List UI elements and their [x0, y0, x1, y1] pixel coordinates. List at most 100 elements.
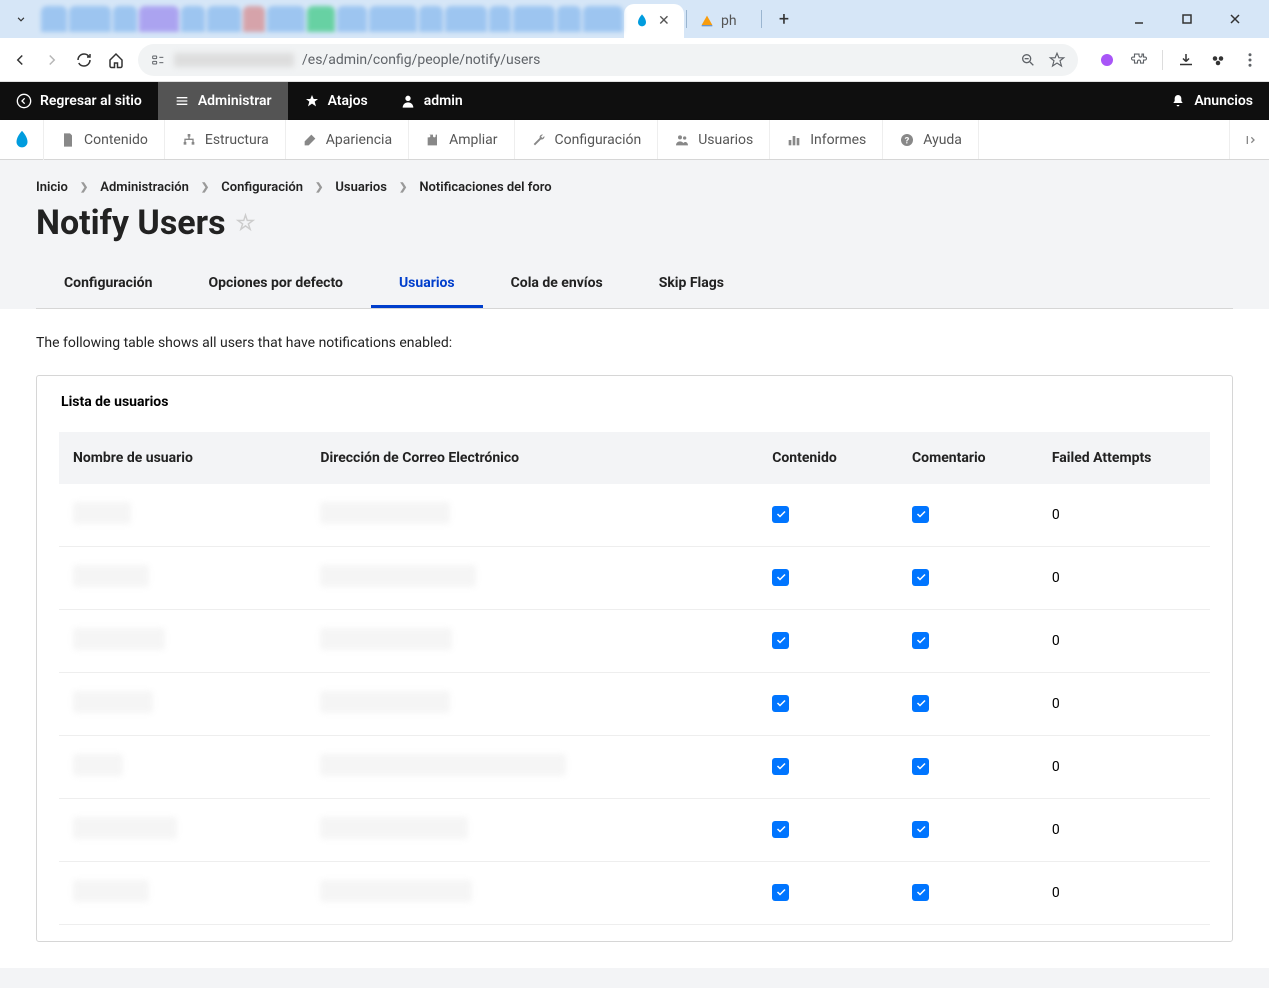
downloads-icon[interactable] — [1177, 51, 1195, 69]
admin-menu-collapse-button[interactable] — [1229, 120, 1269, 159]
svg-text:?: ? — [905, 135, 910, 146]
cell-content — [758, 547, 898, 610]
tab-active[interactable]: ✕ — [624, 4, 684, 38]
cell-comment — [898, 673, 1038, 736]
chevron-right-icon: ❯ — [315, 182, 323, 193]
favorite-star-icon[interactable]: ☆ — [236, 211, 256, 236]
cell-email — [306, 673, 758, 736]
tab-inactive-blurred[interactable] — [369, 6, 417, 32]
menu-dots-icon[interactable] — [1241, 51, 1259, 69]
bell-icon — [1170, 93, 1186, 109]
checkbox-checked[interactable] — [772, 884, 789, 901]
admin-menu-label: Apariencia — [326, 132, 392, 148]
checkbox-checked[interactable] — [772, 821, 789, 838]
checkbox-checked[interactable] — [912, 821, 929, 838]
admin-menu-extend[interactable]: Ampliar — [409, 120, 514, 159]
tab-inactive-blurred[interactable] — [557, 6, 581, 32]
checkbox-checked[interactable] — [912, 632, 929, 649]
th-content: Contenido — [758, 432, 898, 484]
tab-defaults[interactable]: Opciones por defecto — [180, 261, 371, 308]
tab-inactive-blurred[interactable] — [207, 6, 241, 32]
window-maximize-button[interactable] — [1167, 4, 1207, 34]
tab-inactive-blurred[interactable] — [445, 6, 487, 32]
cell-failed: 0 — [1038, 799, 1210, 862]
breadcrumb-users[interactable]: Usuarios — [335, 180, 387, 195]
checkbox-checked[interactable] — [772, 758, 789, 775]
shortcuts-button[interactable]: Atajos — [288, 82, 384, 120]
bookmark-star-icon[interactable] — [1048, 51, 1066, 69]
tab-inactive-blurred[interactable] — [139, 6, 179, 32]
tab-separator — [686, 10, 687, 28]
checkbox-checked[interactable] — [772, 632, 789, 649]
tab-inactive-blurred[interactable] — [419, 6, 443, 32]
table-row: 0 — [59, 673, 1210, 736]
breadcrumb-admin[interactable]: Administración — [100, 180, 189, 195]
extensions-puzzle-icon[interactable] — [1130, 51, 1148, 69]
manage-button[interactable]: Administrar — [158, 82, 288, 120]
checkbox-checked[interactable] — [912, 506, 929, 523]
tab-inactive-blurred[interactable] — [489, 6, 511, 32]
tab-skip-flags[interactable]: Skip Flags — [631, 261, 752, 308]
drupal-home-link[interactable] — [0, 120, 44, 160]
admin-menu-people[interactable]: Usuarios — [658, 120, 770, 159]
tab-search-button[interactable] — [10, 8, 32, 30]
tab-inactive-blurred[interactable] — [513, 6, 555, 32]
admin-menu: Contenido Estructura Apariencia Ampliar … — [0, 120, 1269, 160]
tab-inactive-blurred[interactable] — [267, 6, 305, 32]
nav-back-button[interactable] — [10, 50, 30, 70]
tab-inactive-label: ph — [721, 13, 737, 29]
extension-icon[interactable] — [1098, 51, 1116, 69]
nav-reload-button[interactable] — [74, 50, 94, 70]
tab-inactive-blurred[interactable] — [583, 6, 623, 32]
tab-queue[interactable]: Cola de envíos — [483, 261, 631, 308]
window-minimize-button[interactable] — [1119, 4, 1159, 34]
admin-menu-reports[interactable]: Informes — [770, 120, 883, 159]
cell-failed: 0 — [1038, 862, 1210, 925]
tab-inactive-blurred[interactable] — [307, 6, 335, 32]
table-row: 0 — [59, 484, 1210, 547]
checkbox-checked[interactable] — [912, 758, 929, 775]
tab-users[interactable]: Usuarios — [371, 261, 483, 308]
th-failed: Failed Attempts — [1038, 432, 1210, 484]
checkbox-checked[interactable] — [772, 506, 789, 523]
cell-content — [758, 862, 898, 925]
tab-inactive-blurred[interactable] — [113, 6, 137, 32]
admin-menu-configuration[interactable]: Configuración — [515, 120, 659, 159]
checkbox-checked[interactable] — [772, 569, 789, 586]
back-to-site-button[interactable]: Regresar al sitio — [0, 82, 158, 120]
checkbox-checked[interactable] — [772, 695, 789, 712]
breadcrumb-home[interactable]: Inicio — [36, 180, 68, 195]
new-tab-button[interactable]: + — [770, 5, 798, 33]
user-button[interactable]: admin — [384, 82, 479, 120]
admin-menu-structure[interactable]: Estructura — [165, 120, 286, 159]
tab-inactive-blurred[interactable] — [181, 6, 205, 32]
cell-comment — [898, 799, 1038, 862]
cell-email — [306, 862, 758, 925]
nav-home-button[interactable] — [106, 50, 126, 70]
tab-configuration[interactable]: Configuración — [36, 261, 180, 308]
announcements-button[interactable]: Anuncios — [1154, 82, 1269, 120]
tab-inactive-blurred[interactable] — [243, 6, 265, 32]
tab-inactive-blurred[interactable] — [41, 6, 67, 32]
profile-icon[interactable] — [1209, 51, 1227, 69]
site-info-icon[interactable] — [150, 52, 166, 68]
zoom-icon[interactable] — [1020, 52, 1036, 68]
th-email: Dirección de Correo Electrónico — [306, 432, 758, 484]
users-table: Nombre de usuario Dirección de Correo El… — [59, 432, 1210, 925]
cell-username — [59, 736, 306, 799]
tab-inactive-blurred[interactable] — [337, 6, 367, 32]
admin-menu-appearance[interactable]: Apariencia — [286, 120, 409, 159]
window-close-button[interactable] — [1215, 4, 1255, 34]
admin-menu-content[interactable]: Contenido — [44, 120, 165, 159]
breadcrumb-config[interactable]: Configuración — [221, 180, 303, 195]
checkbox-checked[interactable] — [912, 884, 929, 901]
nav-forward-button[interactable] — [42, 50, 62, 70]
cell-content — [758, 484, 898, 547]
tab-inactive-blurred[interactable] — [69, 6, 111, 32]
checkbox-checked[interactable] — [912, 569, 929, 586]
tab-close-button[interactable]: ✕ — [658, 13, 670, 29]
tab-inactive[interactable]: ph — [689, 4, 759, 38]
checkbox-checked[interactable] — [912, 695, 929, 712]
admin-menu-help[interactable]: ? Ayuda — [883, 120, 979, 159]
address-bar[interactable]: /es/admin/config/people/notify/users — [138, 44, 1078, 76]
